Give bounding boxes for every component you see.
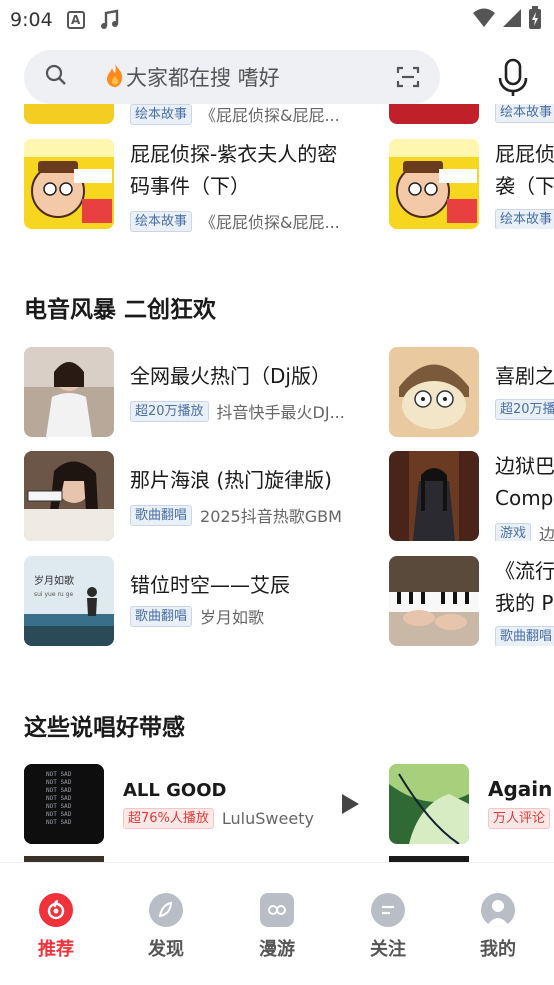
tag: 歌曲翻唱 [130,504,193,526]
cover-image [389,139,479,229]
item-title: 错位时空——艾辰 [130,573,290,597]
svg-text:NOT SAD: NOT SAD [46,779,72,786]
svg-text:NOT SAD: NOT SAD [46,787,72,794]
svg-text:NOT SAD: NOT SAD [46,819,72,826]
list-item[interactable]: 屁屁侦探-紫衣夫人的密 码事件（下） 绘本故事 《屁屁侦探&屁屁... [24,139,364,232]
cover-image [24,347,114,437]
svg-text:NOT SAD: NOT SAD [46,803,72,810]
nav-item-follow[interactable]: 关注 [348,893,428,961]
a-notification-icon: A [66,11,85,29]
tag: 超76%人播放 [123,808,214,829]
item-title: 喜剧之 [495,364,554,388]
item-title: 《流行 [495,559,554,583]
subtitle: 2025抖音热歌GBM [200,507,342,526]
cover-image [389,556,479,646]
cover-image [389,451,479,541]
subtitle: 《屁屁侦探&屁屁... [200,106,340,125]
item-title: 全网最火热门（Dj版） [130,364,331,388]
list-item[interactable]: 全网最火热门（Dj版） 超20万播放 抖音快手最火DJ... [24,347,369,437]
item-title: 屁屁侦 [495,142,554,166]
tag: 歌曲翻唱 [130,605,193,627]
svg-text:NOT SAD: NOT SAD [46,771,72,778]
tag: 绘本故事 [130,104,193,125]
cover-image: 岁月如歌 sui yue ru ge [24,556,114,646]
nav-item-mine[interactable]: 我的 [458,893,538,961]
list-item[interactable]: NOT SAD NOT SAD NOT SAD NOT SAD NOT SAD … [24,764,369,844]
nav-label: 漫游 [259,939,295,960]
section-title-rap[interactable]: 这些说唱好带感 [24,708,185,742]
nav-label: 推荐 [38,939,74,960]
music-note-icon [99,9,121,31]
item-title: 那片海浪 (热门旋律版) [130,468,332,492]
compass-icon [149,893,183,927]
item-title: Again [488,777,553,801]
svg-text:NOT SAD: NOT SAD [46,811,72,818]
status-time: 9:04 [10,9,53,31]
play-icon[interactable] [340,793,360,819]
nav-label: 我的 [480,939,516,960]
tag: 绘本故事 [130,210,193,232]
list-item[interactable]: 边狱巴 Compa 游戏 边 [389,451,554,541]
cover-image [389,347,479,437]
item-title-line2: 袭（下 [495,174,554,198]
cover-image [24,139,114,229]
cover-image [389,764,469,844]
partial-row-top[interactable]: 绘本故事 《屁屁侦探&屁屁... 绘本故事 [24,104,554,126]
chat-bubble-icon [371,893,405,927]
tag: 绘本故事 [495,104,554,123]
subtitle: 《屁屁侦探&屁屁... [200,213,340,232]
scan-icon[interactable] [396,65,420,93]
section-title-electro[interactable]: 电音风暴 二创狂欢 [24,290,216,324]
list-item[interactable]: 岁月如歌 sui yue ru ge 错位时空——艾辰 歌曲翻唱 岁月如歌 [24,556,369,646]
svg-text:NOT SAD: NOT SAD [46,795,72,802]
item-title: 屁屁侦探-紫衣夫人的密 [130,142,338,166]
subtitle: 抖音快手最火DJ... [216,403,345,422]
signal-icon [502,7,522,34]
subtitle: 边 [539,525,554,541]
subtitle: LuluSweety [221,809,314,828]
tag: 游戏 [495,522,532,541]
user-icon [481,893,515,927]
cover-image [24,451,114,541]
fire-icon [104,62,126,92]
subtitle: 岁月如歌 [200,608,265,627]
partial-thumb-left [24,104,114,124]
status-bar: 9:04 A [0,0,554,40]
tag: 超20万播放 [130,400,209,422]
tag: 绘本故事 [495,209,554,229]
item-title-line2: 码事件（下） [130,174,250,198]
list-item[interactable]: Again 万人评论 [389,764,554,844]
battery-icon [528,6,542,35]
wifi-icon [472,7,496,34]
item-title: 边狱巴 [495,454,554,478]
partial-thumb-right [389,104,479,124]
item-title: ALL GOOD [123,780,227,801]
cover-image: NOT SAD NOT SAD NOT SAD NOT SAD NOT SAD … [24,764,104,844]
nav-label: 发现 [148,939,184,960]
search-icon [44,63,68,91]
search-bar[interactable]: 大家都在搜 嗜好 [24,50,440,104]
nav-item-recommend[interactable]: 推荐 [16,893,96,961]
list-item[interactable]: 喜剧之 超20万播 [389,347,554,437]
list-item[interactable]: 那片海浪 (热门旋律版) 歌曲翻唱 2025抖音热歌GBM [24,451,369,541]
tag: 超20万播 [495,399,554,420]
nav-label: 关注 [370,939,406,960]
item-title-line2: 我的 P [495,591,554,615]
nav-item-discover[interactable]: 发现 [126,893,206,961]
list-item[interactable]: 屁屁侦 袭（下 绘本故事 [389,139,554,229]
tag: 歌曲翻唱 [495,626,554,646]
bottom-nav: 推荐 发现 漫游 关注 我的 [0,862,554,985]
nav-item-roam[interactable]: 漫游 [237,893,317,961]
tag: 万人评论 [488,808,551,829]
svg-text:sui yue ru ge: sui yue ru ge [34,591,73,598]
radio-icon [260,893,294,927]
list-item[interactable]: 《流行 我的 P 歌曲翻唱 [389,556,554,646]
microphone-icon[interactable] [498,58,528,102]
netease-logo-icon [39,893,73,927]
search-placeholder: 大家都在搜 嗜好 [126,66,280,90]
svg-text:岁月如歌: 岁月如歌 [34,574,74,587]
item-title-line2: Compa [495,486,554,510]
